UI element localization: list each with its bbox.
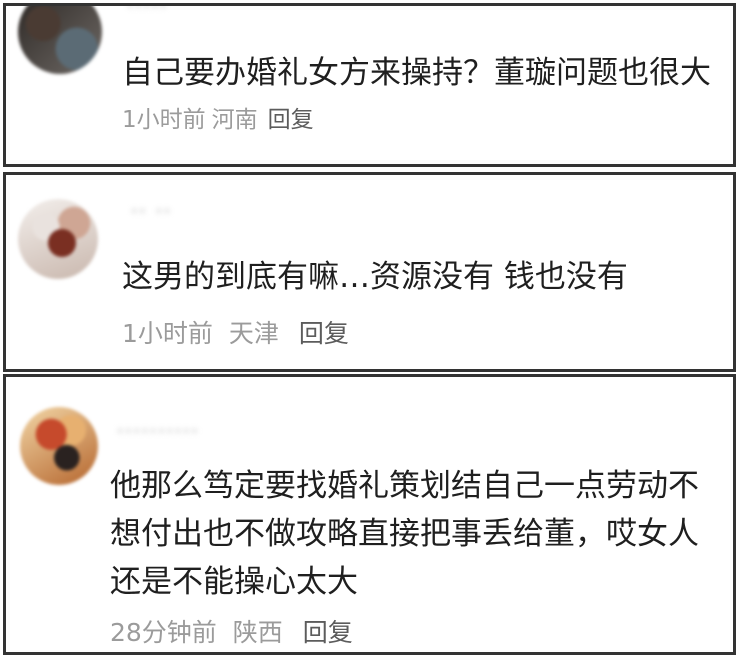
- comment-card: ····· 自己要办婚礼女方来操持？董璇问题也很大 1小时前 河南 回复: [3, 3, 736, 167]
- comment-meta: 28分钟前 陕西 回复: [110, 618, 361, 648]
- username[interactable]: ·· ··: [130, 197, 171, 227]
- comment-location: 陕西: [232, 618, 283, 647]
- comment-card: ·········· 他那么笃定要找婚礼策划结自己一点劳动不想付出也不做攻略直接…: [3, 374, 736, 655]
- avatar[interactable]: [20, 407, 98, 485]
- comment-body: 自己要办婚礼女方来操持？董璇问题也很大: [122, 55, 711, 91]
- avatar[interactable]: [18, 199, 98, 279]
- username[interactable]: ·····: [126, 6, 167, 22]
- comment-time: 28分钟前: [110, 618, 217, 647]
- comment-text: 他那么笃定要找婚礼策划结自己一点劳动不想付出也不做攻略直接把事丢给董，哎女人还是…: [110, 468, 699, 600]
- username[interactable]: ··········: [116, 417, 199, 447]
- comment-time: 1小时前: [122, 319, 213, 348]
- reply-button[interactable]: 回复: [303, 618, 353, 647]
- comment-meta: 1小时前 河南 回复: [122, 107, 320, 133]
- comment-location: 河南: [211, 107, 258, 133]
- comment-card: ·· ·· 这男的到底有嘛…资源没有 钱也没有 1小时前 天津 回复: [3, 172, 736, 372]
- comment-text: 自己要办婚礼女方来操持？董璇问题也很大 1小时前 河南 回复: [122, 51, 712, 142]
- comment-text: 这男的到底有嘛…资源没有 钱也没有: [122, 259, 628, 295]
- comment-location: 天津: [228, 319, 279, 348]
- avatar[interactable]: [18, 6, 102, 74]
- comment-time: 1小时前: [122, 107, 206, 133]
- reply-button[interactable]: 回复: [268, 107, 314, 133]
- reply-button[interactable]: 回复: [299, 319, 349, 348]
- comment-meta: 1小时前 天津 回复: [122, 319, 357, 349]
